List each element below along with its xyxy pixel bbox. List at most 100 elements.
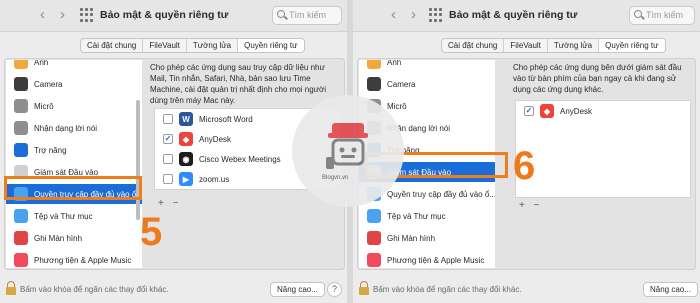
search-field[interactable]: Tìm kiếm bbox=[272, 6, 342, 25]
show-all-grid-icon[interactable] bbox=[80, 8, 94, 22]
sidebar-item[interactable]: Phương tiện & Apple Music bbox=[359, 250, 495, 268]
sidebar-item[interactable]: Trợ năng bbox=[6, 140, 142, 160]
sidebar-item-label: Camera bbox=[34, 79, 63, 89]
help-button[interactable]: ? bbox=[327, 282, 342, 297]
tab-filevault[interactable]: FileVault bbox=[143, 39, 187, 52]
search-field[interactable]: Tìm kiếm bbox=[629, 6, 695, 25]
sidebar-item-label: Trợ năng bbox=[34, 145, 67, 155]
app-checkbox[interactable] bbox=[163, 174, 173, 184]
permission-description: Cho phép các ứng dụng sau truy cập dữ li… bbox=[150, 63, 327, 105]
watermark-text: Blogvn.vn bbox=[322, 175, 349, 181]
sidebar-item[interactable]: Ghi Màn hình bbox=[359, 228, 495, 248]
titlebar: ‹ › Bảo mật & quyền riêng tư Tìm kiếm bbox=[353, 0, 700, 32]
tab-general[interactable]: Cài đặt chung bbox=[442, 39, 505, 52]
word-icon: W bbox=[179, 112, 193, 126]
advanced-button[interactable]: Nâng cao... bbox=[643, 282, 698, 297]
screen-record-icon bbox=[14, 231, 28, 245]
sidebar-item-label: Ghi Màn hình bbox=[34, 233, 83, 243]
sidebar-item[interactable]: Camera bbox=[6, 74, 142, 94]
anydesk-icon: ◆ bbox=[540, 104, 554, 118]
security-privacy-window-right: ‹ › Bảo mật & quyền riêng tư Tìm kiếm Cà… bbox=[353, 0, 700, 303]
tab-bar: Cài đặt chung FileVault Tường lửa Quyền … bbox=[441, 38, 666, 53]
show-all-grid-icon[interactable] bbox=[429, 8, 443, 22]
tab-firewall[interactable]: Tường lửa bbox=[548, 39, 600, 52]
app-list[interactable]: ✓ ◆ AnyDesk bbox=[515, 100, 691, 198]
tab-filevault[interactable]: FileVault bbox=[504, 39, 548, 52]
app-checkbox[interactable]: ✓ bbox=[524, 106, 534, 116]
lock-icon[interactable] bbox=[359, 281, 369, 295]
anydesk-icon: ◆ bbox=[179, 132, 193, 146]
sidebar-item[interactable]: Ảnh bbox=[6, 60, 142, 72]
photos-icon bbox=[14, 60, 28, 69]
sidebar-item[interactable]: Phương tiện & Apple Music bbox=[6, 250, 142, 268]
screen-record-icon bbox=[367, 231, 381, 245]
webex-icon: ◉ bbox=[179, 152, 193, 166]
app-name: Microsoft Word bbox=[199, 114, 253, 124]
speech-icon bbox=[14, 121, 28, 135]
step-number-6: 6 bbox=[513, 144, 536, 188]
sidebar-item[interactable]: Micrô bbox=[6, 96, 142, 116]
camera-icon bbox=[367, 77, 381, 91]
highlight-box-full-disk-access bbox=[4, 176, 142, 200]
app-name: Cisco Webex Meetings bbox=[199, 154, 281, 164]
sidebar-scrollbar[interactable] bbox=[136, 100, 140, 220]
folder-icon bbox=[367, 209, 381, 223]
sidebar-item-label: Ghi Màn hình bbox=[387, 233, 436, 243]
titlebar: ‹ › Bảo mật & quyền riêng tư Tìm kiếm bbox=[0, 0, 347, 32]
search-icon bbox=[634, 10, 642, 18]
screenshot-stage: ‹ › Bảo mật & quyền riêng tư Tìm kiếm Cà… bbox=[0, 0, 700, 303]
app-name: zoom.us bbox=[199, 174, 230, 184]
tab-privacy[interactable]: Quyền riêng tư bbox=[599, 39, 665, 52]
sidebar-item-label: Quyền truy cập đầy đủ vào ổ... bbox=[387, 189, 495, 199]
lock-icon[interactable] bbox=[6, 281, 16, 295]
bottom-bar: Bấm vào khóa để ngăn các thay đổi khác. … bbox=[353, 276, 700, 303]
app-checkbox[interactable] bbox=[163, 114, 173, 124]
sidebar-item[interactable]: Camera bbox=[359, 74, 495, 94]
sidebar-item[interactable]: Tệp và Thư mục bbox=[6, 206, 142, 226]
app-name: AnyDesk bbox=[560, 106, 593, 116]
back-button[interactable]: ‹ bbox=[40, 6, 45, 24]
sidebar-item-label: Tệp và Thư mục bbox=[387, 211, 446, 221]
zoom-icon: ▶ bbox=[179, 172, 193, 186]
music-icon bbox=[367, 253, 381, 267]
search-placeholder: Tìm kiếm bbox=[289, 10, 326, 20]
step-number-5: 5 bbox=[140, 210, 163, 254]
sidebar-item[interactable]: Nhận dạng lời nói bbox=[6, 118, 142, 138]
window-title: Bảo mật & quyền riêng tư bbox=[449, 9, 578, 21]
photos-icon bbox=[367, 60, 381, 69]
tab-bar: Cài đặt chung FileVault Tường lửa Quyền … bbox=[80, 38, 305, 53]
privacy-content: Cho phép các ứng dụng sau truy cập dữ li… bbox=[150, 62, 340, 106]
tab-privacy[interactable]: Quyền riêng tư bbox=[238, 39, 304, 52]
accessibility-icon bbox=[14, 143, 28, 157]
robot-mascot-icon bbox=[326, 123, 368, 169]
sidebar-item[interactable]: Ảnh bbox=[359, 60, 495, 72]
app-checkbox[interactable] bbox=[163, 154, 173, 164]
microphone-icon bbox=[14, 99, 28, 113]
sidebar-item-label: Phương tiện & Apple Music bbox=[387, 255, 485, 265]
app-checkbox[interactable]: ✓ bbox=[163, 134, 173, 144]
watermark-logo: Blogvn.vn bbox=[292, 95, 404, 207]
search-placeholder: Tìm kiếm bbox=[646, 10, 683, 20]
add-remove-buttons[interactable]: + − bbox=[158, 198, 181, 209]
sidebar-item[interactable]: Tệp và Thư mục bbox=[359, 206, 495, 226]
sidebar-item-label: Tệp và Thư mục bbox=[34, 211, 93, 221]
back-button[interactable]: ‹ bbox=[391, 6, 396, 24]
tab-firewall[interactable]: Tường lửa bbox=[187, 39, 239, 52]
sidebar-item-label: Micrô bbox=[387, 101, 407, 111]
sidebar-item-label: Ảnh bbox=[34, 60, 49, 67]
sidebar-item[interactable]: Ghi Màn hình bbox=[6, 228, 142, 248]
advanced-button[interactable]: Nâng cao... bbox=[270, 282, 325, 297]
add-remove-buttons[interactable]: + − bbox=[519, 200, 542, 211]
tab-general[interactable]: Cài đặt chung bbox=[81, 39, 144, 52]
sidebar-item-label: Nhận dạng lời nói bbox=[34, 123, 98, 133]
sidebar-item-label: Camera bbox=[387, 79, 416, 89]
app-name: AnyDesk bbox=[199, 134, 232, 144]
permission-description: Cho phép các ứng dụng bên dưới giám sát … bbox=[513, 63, 682, 94]
privacy-sidebar[interactable]: Ảnh Camera Micrô Nhận dạng lời nói Trợ năng G… bbox=[6, 60, 142, 268]
folder-icon bbox=[14, 209, 28, 223]
sidebar-item-label: Ảnh bbox=[387, 60, 402, 67]
music-icon bbox=[14, 253, 28, 267]
forward-button[interactable]: › bbox=[60, 6, 65, 24]
forward-button[interactable]: › bbox=[411, 6, 416, 24]
lock-hint: Bấm vào khóa để ngăn các thay đổi khác. bbox=[373, 285, 522, 294]
